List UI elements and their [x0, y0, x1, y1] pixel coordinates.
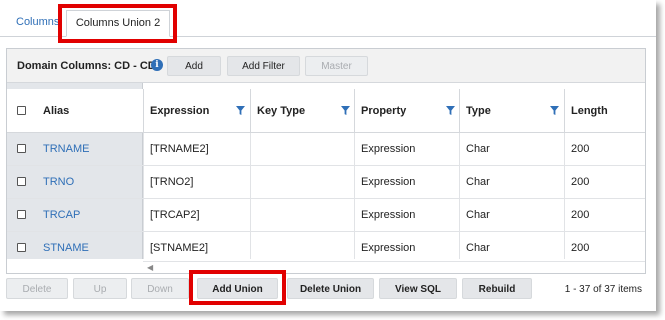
column-header-expression[interactable]: Expression: [143, 89, 250, 132]
column-header-property[interactable]: Property: [354, 89, 459, 132]
columns-panel: Domain Columns: CD - CD i Add Add Filter…: [6, 48, 646, 274]
tab-columns[interactable]: Columns: [16, 10, 59, 37]
row-checkbox[interactable]: [17, 144, 26, 153]
filter-icon[interactable]: [236, 106, 245, 115]
column-header-label: Property: [361, 104, 407, 117]
table-row[interactable]: TRNAME [TRNAME2] Expression Char 200: [7, 133, 645, 166]
row-checkbox[interactable]: [17, 243, 26, 252]
alias-link[interactable]: TRNAME: [43, 143, 89, 155]
property-cell[interactable]: Expression: [354, 133, 459, 165]
info-icon[interactable]: i: [151, 59, 163, 71]
column-header-alias[interactable]: Alias: [43, 89, 143, 132]
scroll-left-icon[interactable]: ◀: [147, 263, 153, 272]
add-button[interactable]: Add: [167, 56, 221, 76]
expression-cell[interactable]: [TRNAME2]: [143, 133, 250, 165]
property-cell[interactable]: Expression: [354, 232, 459, 259]
column-header-label: Key Type: [257, 104, 306, 117]
domain-columns-label: Domain Columns: CD - CD: [17, 60, 156, 72]
column-header-label: Expression: [150, 104, 210, 117]
property-cell[interactable]: Expression: [354, 166, 459, 198]
type-cell[interactable]: Char: [459, 133, 564, 165]
alias-link[interactable]: TRCAP: [43, 209, 80, 221]
key-type-cell[interactable]: [250, 232, 354, 259]
key-type-cell[interactable]: [250, 133, 354, 165]
down-button[interactable]: Down: [131, 278, 189, 299]
type-cell[interactable]: Char: [459, 232, 564, 259]
expression-cell[interactable]: [TRNO2]: [143, 166, 250, 198]
row-checkbox[interactable]: [17, 177, 26, 186]
master-button[interactable]: Master: [305, 56, 368, 76]
type-cell[interactable]: Char: [459, 199, 564, 231]
view-sql-button[interactable]: View SQL: [379, 278, 457, 299]
toolbar: Domain Columns: CD - CD i Add Add Filter…: [7, 49, 645, 83]
columns-grid: Alias Expression Key Type Property Type …: [7, 83, 645, 259]
length-cell[interactable]: 200: [564, 133, 645, 165]
add-union-button[interactable]: Add Union: [197, 278, 278, 299]
filter-icon[interactable]: [341, 106, 350, 115]
filter-icon[interactable]: [550, 106, 559, 115]
length-cell[interactable]: 200: [564, 166, 645, 198]
table-row[interactable]: TRCAP [TRCAP2] Expression Char 200: [7, 199, 645, 232]
row-checkbox[interactable]: [17, 210, 26, 219]
delete-button[interactable]: Delete: [6, 278, 68, 299]
column-header-label: Type: [466, 104, 491, 117]
tab-bar: Columns Columns Union 2: [0, 0, 656, 37]
property-cell[interactable]: Expression: [354, 199, 459, 231]
column-header-type[interactable]: Type: [459, 89, 564, 132]
alias-cell: TRNAME: [43, 133, 143, 165]
key-type-cell[interactable]: [250, 166, 354, 198]
table-row[interactable]: TRNO [TRNO2] Expression Char 200: [7, 166, 645, 199]
alias-link[interactable]: TRNO: [43, 176, 74, 188]
delete-union-button[interactable]: Delete Union: [287, 278, 374, 299]
add-filter-button[interactable]: Add Filter: [227, 56, 300, 76]
expression-cell[interactable]: [TRCAP2]: [143, 199, 250, 231]
filter-icon[interactable]: [446, 106, 455, 115]
column-header-key-type[interactable]: Key Type: [250, 89, 354, 132]
horizontal-scrollbar[interactable]: ◀: [143, 261, 645, 273]
length-cell[interactable]: 200: [564, 232, 645, 259]
expression-cell[interactable]: [STNAME2]: [143, 232, 250, 259]
alias-link[interactable]: STNAME: [43, 242, 89, 254]
alias-cell: TRNO: [43, 166, 143, 198]
pagination-count: 1 - 37 of 37 items: [564, 284, 642, 295]
key-type-cell[interactable]: [250, 199, 354, 231]
grid-header-row: Alias Expression Key Type Property Type …: [7, 89, 645, 133]
tab-columns-union-2[interactable]: Columns Union 2: [66, 10, 170, 37]
column-header-length[interactable]: Length: [564, 89, 645, 132]
length-cell[interactable]: 200: [564, 199, 645, 231]
alias-cell: TRCAP: [43, 199, 143, 231]
up-button[interactable]: Up: [73, 278, 127, 299]
type-cell[interactable]: Char: [459, 166, 564, 198]
alias-cell: STNAME: [43, 232, 143, 259]
rebuild-button[interactable]: Rebuild: [462, 278, 532, 299]
bottom-toolbar: Delete Up Down Add Union Delete Union Vi…: [6, 274, 646, 304]
select-all-checkbox[interactable]: [17, 106, 26, 115]
table-row[interactable]: STNAME [STNAME2] Expression Char 200: [7, 232, 645, 259]
